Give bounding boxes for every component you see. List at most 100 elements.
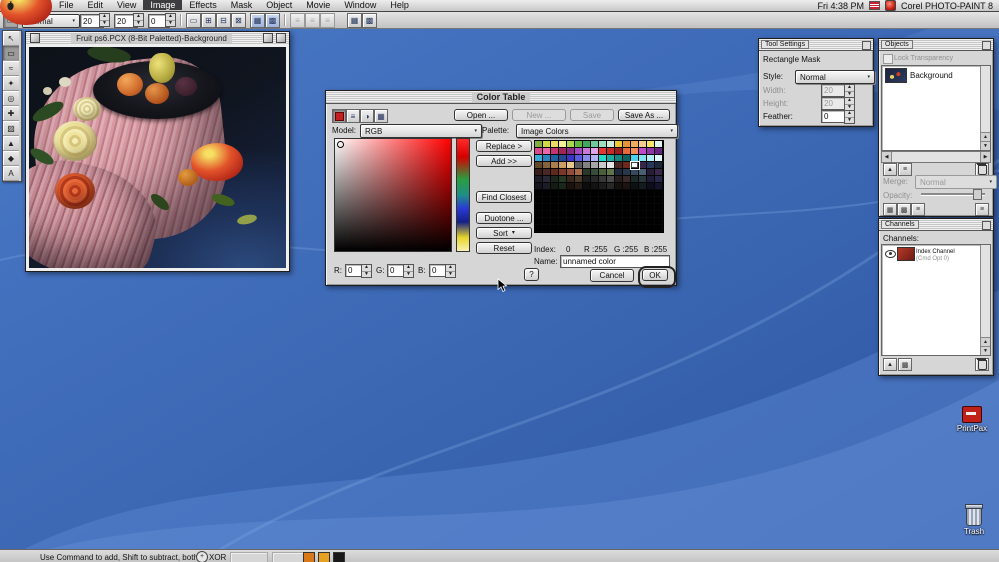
layer-name[interactable]: Background bbox=[910, 71, 953, 80]
opacity-slider[interactable] bbox=[921, 189, 985, 200]
palette-swatch[interactable] bbox=[551, 169, 559, 176]
palette-options-button[interactable]: ≡ bbox=[975, 203, 989, 216]
mask-mode-subtractive-icon[interactable]: ⊟ bbox=[216, 13, 231, 28]
palette-swatch[interactable] bbox=[623, 197, 631, 204]
toolbar-feather-stepper[interactable]: ▲ ▼ bbox=[165, 13, 176, 27]
delete-channel-button[interactable] bbox=[975, 357, 989, 371]
merge-popup[interactable]: Normal ▾ bbox=[915, 175, 997, 189]
palette-swatch[interactable] bbox=[647, 162, 655, 169]
palette-swatch[interactable] bbox=[583, 218, 591, 225]
palette-swatch[interactable] bbox=[583, 169, 591, 176]
palette-swatch[interactable] bbox=[623, 141, 631, 148]
palette-swatch[interactable] bbox=[607, 176, 615, 183]
palette-swatch[interactable] bbox=[607, 169, 615, 176]
scroll-up-icon[interactable]: ▲ bbox=[981, 337, 990, 346]
collapse-box-icon[interactable] bbox=[982, 221, 991, 230]
desktop-icon-trash[interactable]: Trash bbox=[952, 504, 996, 536]
palette-swatch[interactable] bbox=[583, 183, 591, 190]
palette-swatch[interactable] bbox=[591, 197, 599, 204]
menu-help[interactable]: Help bbox=[383, 0, 416, 10]
palette-swatch[interactable] bbox=[567, 162, 575, 169]
palette-swatch[interactable] bbox=[607, 162, 615, 169]
palette-swatch[interactable] bbox=[591, 176, 599, 183]
mask-lasso-tool[interactable]: ≈ bbox=[3, 61, 19, 76]
palette-swatch[interactable] bbox=[639, 190, 647, 197]
menu-window[interactable]: Window bbox=[337, 0, 383, 10]
palette-swatch[interactable] bbox=[583, 190, 591, 197]
fill-tool[interactable]: ◆ bbox=[3, 151, 19, 166]
palette-swatch[interactable] bbox=[607, 225, 615, 232]
palette-swatch[interactable] bbox=[599, 197, 607, 204]
palette-swatch[interactable] bbox=[591, 162, 599, 169]
palette-swatch[interactable] bbox=[647, 169, 655, 176]
palette-swatch[interactable] bbox=[543, 169, 551, 176]
palette-swatch[interactable] bbox=[647, 141, 655, 148]
mask-mode-additive-icon[interactable]: ⊞ bbox=[201, 13, 216, 28]
uniform-color-mode-icon[interactable] bbox=[332, 109, 346, 123]
palette-swatch[interactable] bbox=[559, 204, 567, 211]
palette-swatch[interactable] bbox=[655, 183, 663, 190]
palette-swatch[interactable] bbox=[623, 190, 631, 197]
palette-swatch[interactable] bbox=[567, 148, 575, 155]
palette-swatch[interactable] bbox=[559, 176, 567, 183]
palette-swatch[interactable] bbox=[655, 176, 663, 183]
palette-swatch[interactable] bbox=[599, 155, 607, 162]
collapse-box-icon[interactable] bbox=[982, 41, 991, 50]
palette-swatch[interactable] bbox=[567, 183, 575, 190]
palette-swatch[interactable] bbox=[599, 204, 607, 211]
objects-hscroll[interactable]: ◀ ▶ bbox=[881, 151, 991, 163]
align-icon[interactable]: ≡ bbox=[290, 13, 305, 28]
palette-swatch[interactable] bbox=[615, 176, 623, 183]
palette-swatch[interactable] bbox=[583, 225, 591, 232]
grid-toggle-icon[interactable]: ▦ bbox=[347, 13, 362, 28]
checkerboard-toggle-icon[interactable]: ▩ bbox=[362, 13, 377, 28]
palette-swatch[interactable] bbox=[647, 176, 655, 183]
palette-swatch[interactable] bbox=[559, 183, 567, 190]
palette-swatch[interactable] bbox=[655, 190, 663, 197]
palette-swatch[interactable] bbox=[591, 155, 599, 162]
navigator-icon[interactable]: + bbox=[196, 551, 208, 562]
channel-thumbnail[interactable] bbox=[897, 247, 915, 261]
palette-swatch[interactable] bbox=[559, 218, 567, 225]
fill-color-chip[interactable] bbox=[333, 552, 345, 562]
palette-swatch[interactable] bbox=[567, 155, 575, 162]
palette-swatch[interactable] bbox=[567, 211, 575, 218]
color-table-titlebar[interactable]: Color Table bbox=[326, 91, 676, 104]
palette-swatch[interactable] bbox=[623, 162, 631, 169]
palette-swatch[interactable] bbox=[647, 190, 655, 197]
channels-titlebar[interactable]: Channels bbox=[879, 219, 993, 231]
palette-swatch[interactable] bbox=[615, 141, 623, 148]
mask-mode-button[interactable]: ▩ bbox=[897, 203, 911, 216]
palette-swatch[interactable] bbox=[583, 211, 591, 218]
palette-swatch[interactable] bbox=[639, 183, 647, 190]
palette-swatch[interactable] bbox=[591, 211, 599, 218]
palette-swatch[interactable] bbox=[559, 190, 567, 197]
palette-swatch[interactable] bbox=[623, 211, 631, 218]
palette-swatch[interactable] bbox=[631, 141, 639, 148]
palette-swatch[interactable] bbox=[591, 190, 599, 197]
keyboard-layout-icon[interactable] bbox=[868, 1, 880, 10]
palette-swatch[interactable] bbox=[647, 211, 655, 218]
palette-swatch[interactable] bbox=[591, 169, 599, 176]
style-popup[interactable]: Normal ▾ bbox=[795, 70, 875, 84]
palette-swatch[interactable] bbox=[655, 225, 663, 232]
palette-swatch[interactable] bbox=[535, 197, 543, 204]
b-stepper[interactable]: ▲ ▼ bbox=[445, 264, 456, 278]
menu-file[interactable]: File bbox=[52, 0, 81, 10]
palette-swatch[interactable] bbox=[639, 162, 647, 169]
palette-swatch[interactable] bbox=[631, 176, 639, 183]
palette-swatch[interactable] bbox=[535, 211, 543, 218]
palette-swatch[interactable] bbox=[655, 141, 663, 148]
palette-swatch[interactable] bbox=[543, 176, 551, 183]
palette-swatch[interactable] bbox=[607, 183, 615, 190]
palette-swatch[interactable] bbox=[607, 218, 615, 225]
palette-swatch[interactable] bbox=[543, 183, 551, 190]
palette-swatch[interactable] bbox=[551, 162, 559, 169]
new-button[interactable]: New ... bbox=[512, 109, 566, 121]
palette-swatch[interactable] bbox=[655, 204, 663, 211]
palette-swatch[interactable] bbox=[631, 218, 639, 225]
palette-swatch[interactable] bbox=[535, 225, 543, 232]
slider-thumb-icon[interactable] bbox=[973, 189, 982, 200]
palette-swatch[interactable] bbox=[639, 141, 647, 148]
tool-settings-tab[interactable]: Tool Settings bbox=[761, 40, 810, 49]
